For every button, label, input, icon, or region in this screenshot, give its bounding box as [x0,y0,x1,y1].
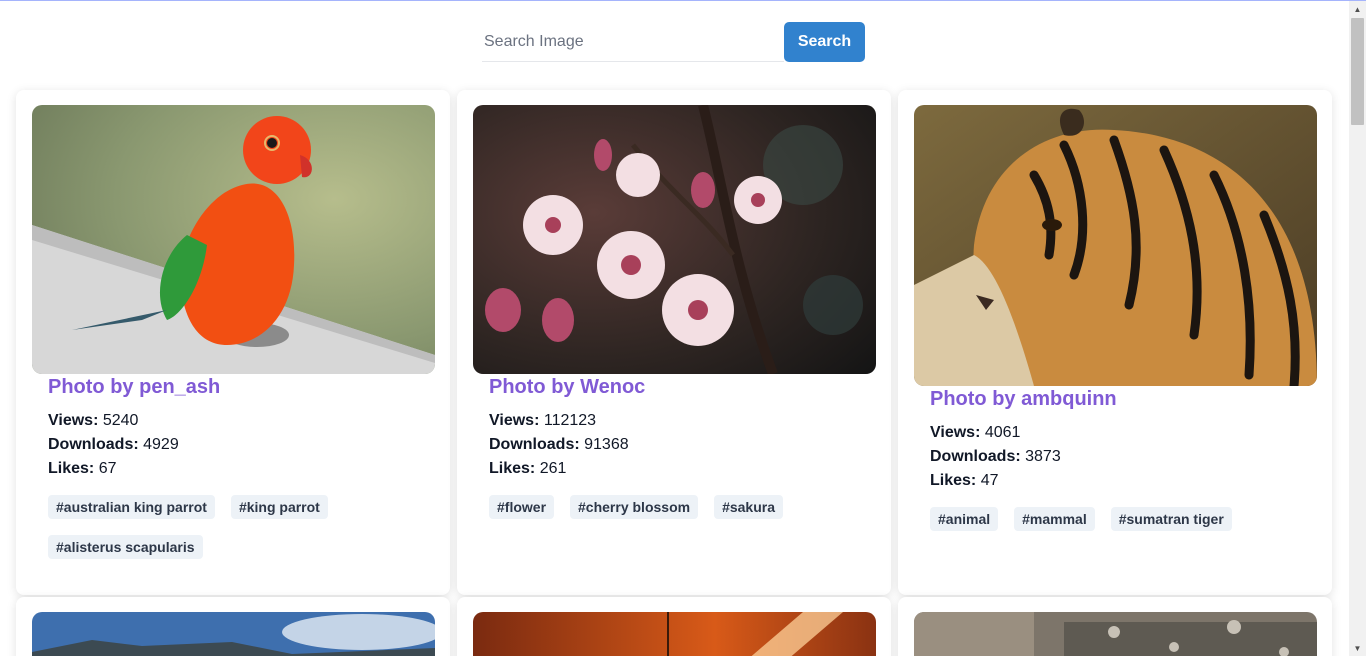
tag[interactable]: #cherry blossom [570,495,699,519]
card-image-tiger[interactable] [914,105,1317,386]
card-title[interactable]: Photo by ambquinn [930,387,1316,411]
downloads-stat: Downloads: 91368 [489,436,629,453]
scroll-thumb[interactable] [1351,18,1364,125]
downloads-value: 91368 [584,436,629,453]
card-image-cherry-blossom[interactable] [473,105,876,374]
views-value: 5240 [102,412,139,429]
search-bar: Search [482,22,865,62]
downloads-value: 3873 [1025,448,1061,465]
tag-list: #animal #mammal #sumatran tiger [930,507,1316,547]
image-card [16,597,450,656]
tag-list: #australian king parrot #king parrot #al… [48,495,434,575]
search-button[interactable]: Search [784,22,865,62]
views-stat: Views: 112123 [489,412,597,429]
tag[interactable]: #sumatran tiger [1110,507,1232,531]
tag[interactable]: #animal [930,507,999,531]
tag[interactable]: #australian king parrot [48,495,215,519]
likes-value: 47 [980,472,999,489]
card-image-parrot[interactable] [32,105,435,374]
likes-stat: Likes: 261 [489,460,567,477]
search-input[interactable] [482,22,784,62]
vertical-scrollbar[interactable]: ▲ ▼ [1349,1,1366,656]
image-card: Photo by ambquinn Views: 4061 Downloads:… [898,90,1332,595]
likes-stat: Likes: 47 [930,472,999,489]
likes-value: 67 [98,460,117,477]
downloads-stat: Downloads: 4929 [48,436,179,453]
image-card: Photo by Wenoc Views: 112123 Downloads: … [457,90,891,595]
image-card: Photo by pen_ash Views: 5240 Downloads: … [16,90,450,595]
scroll-up-arrow-icon[interactable]: ▲ [1349,1,1366,18]
card-image-sunset[interactable] [473,612,876,656]
tag-list: #flower #cherry blossom #sakura [489,495,875,535]
tag[interactable]: #sakura [714,495,784,519]
views-stat: Views: 5240 [48,412,139,429]
scroll-down-arrow-icon[interactable]: ▼ [1349,640,1366,656]
tag[interactable]: #king parrot [230,495,328,519]
views-stat: Views: 4061 [930,424,1021,441]
tag[interactable]: #flower [489,495,555,519]
likes-stat: Likes: 67 [48,460,117,477]
image-card [457,597,891,656]
card-image-cliff[interactable] [914,612,1317,656]
downloads-stat: Downloads: 3873 [930,448,1061,465]
tag[interactable]: #mammal [1014,507,1095,531]
card-title[interactable]: Photo by pen_ash [48,375,434,399]
downloads-value: 4929 [143,436,179,453]
card-title[interactable]: Photo by Wenoc [489,375,875,399]
image-card [898,597,1332,656]
views-value: 4061 [984,424,1021,441]
views-value: 112123 [543,412,597,429]
tag[interactable]: #alisterus scapularis [48,535,203,559]
card-image-landscape[interactable] [32,612,435,656]
likes-value: 261 [539,460,567,477]
